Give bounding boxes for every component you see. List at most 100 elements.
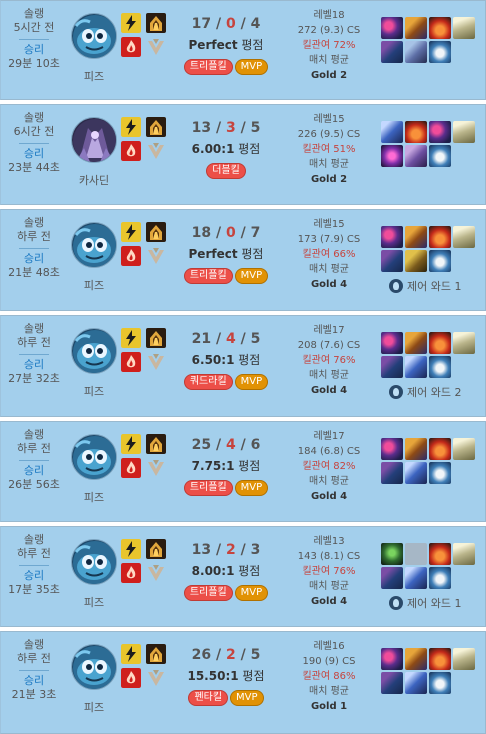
ignite-spell-icon[interactable] [121,141,141,161]
sorcery-rune-icon[interactable] [146,458,166,478]
champion[interactable]: 카사딘 [69,117,119,188]
flash-spell-icon[interactable] [121,117,141,137]
champion-portrait-icon[interactable] [71,117,117,163]
ignite-spell-icon[interactable] [121,37,141,57]
item-tome-icon[interactable] [381,567,403,589]
item-tome-icon[interactable] [381,672,403,694]
item-tome-icon[interactable] [381,356,403,378]
precision-rune-icon[interactable] [146,13,166,33]
champion-portrait-icon[interactable] [71,328,117,374]
item-rabadon-icon[interactable] [429,543,451,565]
item-hat-icon[interactable] [453,438,475,460]
ignite-spell-icon[interactable] [121,458,141,478]
champion[interactable]: 피즈 [69,328,119,399]
precision-rune-icon[interactable] [146,117,166,137]
ignite-spell-icon[interactable] [121,668,141,688]
champion-portrait-icon[interactable] [71,434,117,480]
item-potion-icon[interactable] [429,250,451,272]
sorcery-rune-icon[interactable] [146,246,166,266]
item-lich-icon[interactable] [381,17,403,39]
item-rabadon-icon[interactable] [405,121,427,143]
sorcery-rune-icon[interactable] [146,563,166,583]
champion[interactable]: 피즈 [69,644,119,715]
champion[interactable]: 피즈 [69,13,119,84]
item-zhonya-icon[interactable] [405,17,427,39]
item-rabadon-icon[interactable] [429,648,451,670]
match-tier: Gold 4 [310,596,348,607]
item-hat-icon[interactable] [453,543,475,565]
item-hat-icon[interactable] [453,648,475,670]
item-staff-icon[interactable] [405,567,427,589]
item-tome-icon[interactable] [381,462,403,484]
sorcery-rune-icon[interactable] [146,352,166,372]
item-potion-icon[interactable] [429,672,451,694]
flash-spell-icon[interactable] [121,644,141,664]
ignite-spell-icon[interactable] [121,246,141,266]
sorcery-rune-icon[interactable] [146,37,166,57]
item-dark-icon[interactable] [381,543,403,565]
precision-rune-icon[interactable] [146,644,166,664]
champion-portrait-icon[interactable] [71,539,117,585]
champion[interactable]: 피즈 [69,222,119,293]
item-potion-icon[interactable] [429,356,451,378]
precision-rune-icon[interactable] [146,434,166,454]
item-staff-icon[interactable] [381,121,403,143]
ignite-spell-icon[interactable] [121,563,141,583]
item-hat-icon[interactable] [453,17,475,39]
champion[interactable]: 피즈 [69,434,119,505]
match-card[interactable]: 솔랭 하루 전 승리 26분 56초 피즈 25 / 4 / 6 7.75:1 평점 트리플킬… [0,421,486,522]
match-card[interactable]: 솔랭 5시간 전 승리 29분 10초 피즈 17 / 0 / 4 Perfect 평점 트리… [0,0,486,100]
champion-portrait-icon[interactable] [71,13,117,59]
flash-spell-icon[interactable] [121,222,141,242]
flash-spell-icon[interactable] [121,539,141,559]
item-hat-icon[interactable] [453,332,475,354]
item-rabadon-icon[interactable] [429,332,451,354]
item-lich-icon[interactable] [381,648,403,670]
champion-name: 피즈 [83,701,105,714]
ignite-spell-icon[interactable] [121,352,141,372]
item-zhonya-icon[interactable] [405,438,427,460]
item-boots-icon[interactable] [405,41,427,63]
item-chest-icon[interactable] [405,250,427,272]
match-card[interactable]: 솔랭 하루 전 승리 27분 32초 피즈 21 / 4 / 5 6.50:1 평점 쿼드라킬… [0,315,486,417]
item-rabadon-icon[interactable] [429,17,451,39]
item-hat-icon[interactable] [453,121,475,143]
item-zhonya-icon[interactable] [405,332,427,354]
flash-spell-icon[interactable] [121,434,141,454]
deaths: 2 [225,542,236,558]
item-potion-icon[interactable] [429,41,451,63]
item-staff-icon[interactable] [405,356,427,378]
match-card[interactable]: 솔랭 하루 전 승리 17분 35초 피즈 13 / 2 / 3 8.00:1 평점 트리플킬… [0,526,486,627]
precision-rune-icon[interactable] [146,222,166,242]
precision-rune-icon[interactable] [146,328,166,348]
flash-spell-icon[interactable] [121,13,141,33]
champion-portrait-icon[interactable] [71,644,117,690]
item-tome-icon[interactable] [381,41,403,63]
sorcery-rune-icon[interactable] [146,141,166,161]
flash-spell-icon[interactable] [121,328,141,348]
champion[interactable]: 피즈 [69,539,119,610]
item-potion-icon[interactable] [429,145,451,167]
sorcery-rune-icon[interactable] [146,668,166,688]
item-lich-icon[interactable] [429,121,451,143]
precision-rune-icon[interactable] [146,539,166,559]
champion-portrait-icon[interactable] [71,222,117,268]
item-hat-icon[interactable] [453,226,475,248]
match-card[interactable]: 솔랭 하루 전 승리 21분 48초 피즈 18 / 0 / 7 Perfect 평점 트리플… [0,209,486,311]
item-void-icon[interactable] [381,145,403,167]
item-lich-icon[interactable] [381,332,403,354]
match-card[interactable]: 솔랭 6시간 전 승리 23분 44초 카사딘 13 / 3 / 5 6.00:1 평점 더블… [0,104,486,205]
match-card[interactable]: 솔랭 하루 전 승리 21분 3초 피즈 26 / 2 / 5 15.50:1 평점 펜타킬 M… [0,631,486,734]
item-zhonya-icon[interactable] [405,648,427,670]
item-staff-icon[interactable] [405,672,427,694]
item-zhonya-icon[interactable] [405,226,427,248]
item-lich-icon[interactable] [381,438,403,460]
item-rabadon-icon[interactable] [429,226,451,248]
item-boots2-icon[interactable] [405,145,427,167]
item-staff-icon[interactable] [405,462,427,484]
item-rabadon-icon[interactable] [429,438,451,460]
item-potion-icon[interactable] [429,567,451,589]
item-tome-icon[interactable] [381,250,403,272]
item-potion-icon[interactable] [429,462,451,484]
item-lich-icon[interactable] [381,226,403,248]
